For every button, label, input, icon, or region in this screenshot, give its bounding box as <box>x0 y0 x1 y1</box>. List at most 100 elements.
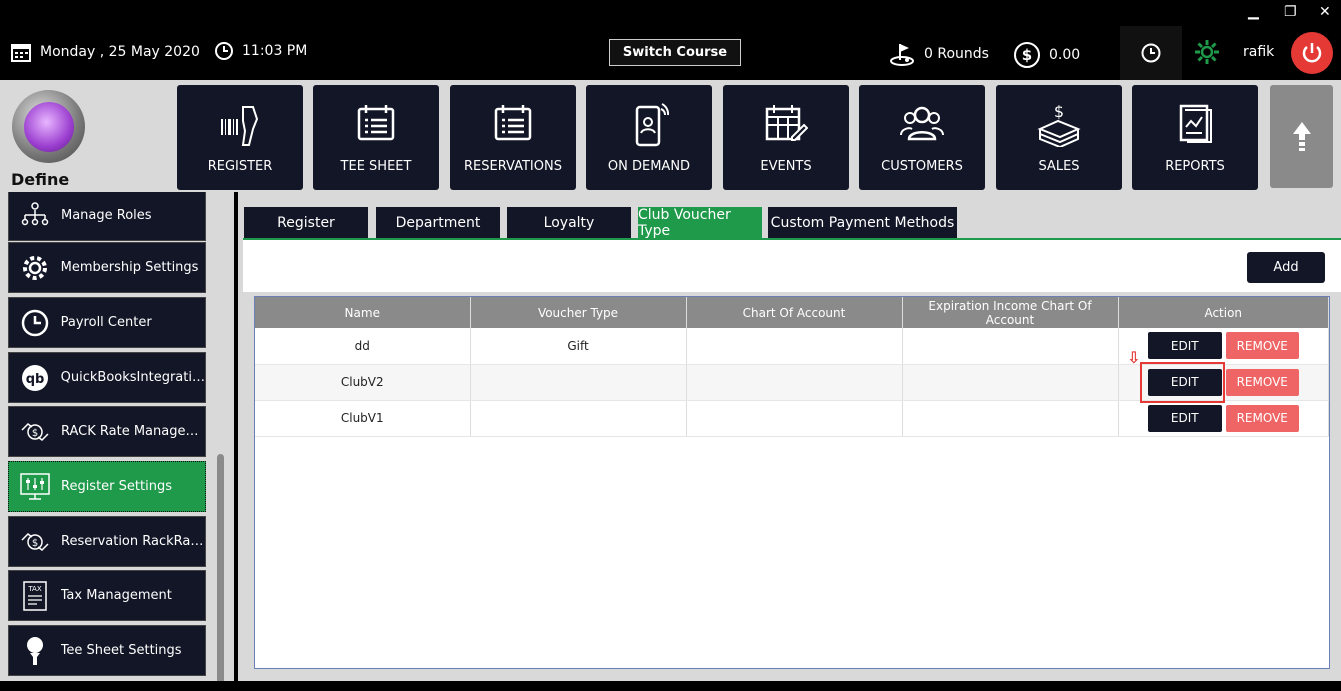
barcode-scanner-icon <box>221 106 259 146</box>
calendar-icon <box>11 44 31 62</box>
power-button[interactable] <box>1291 32 1333 74</box>
gear-icon <box>22 255 47 280</box>
cell-voucher-type: Gift <box>470 328 687 365</box>
timeclock-button[interactable] <box>1120 26 1182 80</box>
time-text: 11:03 PM <box>242 43 308 59</box>
nav-on-demand[interactable]: ON DEMAND <box>586 85 712 190</box>
tab-custom-payment-methods[interactable]: Custom Payment Methods <box>768 207 957 238</box>
sidebar-item-manage-roles[interactable]: Manage Roles <box>8 192 206 241</box>
cell-exp-chart <box>902 328 1119 365</box>
tab-loyalty[interactable]: Loyalty <box>507 207 631 238</box>
sidebar-item-label: Membership Settings <box>60 260 199 275</box>
cell-name: ClubV1 <box>255 400 471 437</box>
table-row[interactable]: dd Gift EDIT REMOVE <box>255 328 1329 365</box>
tax-document-icon: TAX <box>23 580 47 611</box>
column-header-voucher-type[interactable]: Voucher Type <box>470 297 687 328</box>
toolbar: Add <box>243 240 1341 292</box>
sidebar-item-membership-settings[interactable]: Membership Settings <box>8 242 206 293</box>
sidebar-item-tax-management[interactable]: TAX Tax Management <box>8 570 206 621</box>
sidebar-item-label: Reservation RackRate... <box>61 534 205 549</box>
sidebar-item-quickbooks[interactable]: qb QuickBooksIntegration <box>8 352 206 403</box>
golf-tee-icon <box>26 636 43 665</box>
column-header-chart-of-account[interactable]: Chart Of Account <box>686 297 903 328</box>
nav-label: REPORTS <box>1165 159 1225 174</box>
user-display[interactable]: rafik <box>1193 38 1274 66</box>
table-row[interactable]: ClubV1 EDIT REMOVE <box>255 400 1329 437</box>
nav-reports[interactable]: REPORTS <box>1132 85 1258 190</box>
cell-chart <box>686 364 903 401</box>
nav-sales[interactable]: $ SALES <box>996 85 1122 190</box>
sidebar-item-label: RACK Rate Manageme... <box>61 424 205 439</box>
cell-chart <box>686 400 903 437</box>
edit-button[interactable]: EDIT <box>1147 404 1222 432</box>
nav-label: CUSTOMERS <box>881 159 963 174</box>
sidebar-item-tee-sheet-settings[interactable]: Tee Sheet Settings <box>8 625 206 676</box>
svg-text:$: $ <box>1022 46 1032 64</box>
cell-name: ClubV2 <box>255 364 471 401</box>
tab-register[interactable]: Register <box>244 207 368 238</box>
content-panel: Register Department Loyalty Club Voucher… <box>238 192 1341 691</box>
sidebar-item-label: QuickBooksIntegration <box>60 370 205 385</box>
sidebar-item-register-settings[interactable]: Register Settings <box>8 461 206 512</box>
close-icon[interactable]: ✕ <box>1319 4 1331 20</box>
remove-button[interactable]: REMOVE <box>1225 404 1299 432</box>
balance-display[interactable]: $ 0.00 <box>1013 41 1080 69</box>
remove-button[interactable]: REMOVE <box>1225 332 1299 360</box>
nav-register[interactable]: REGISTER <box>177 85 303 190</box>
cell-action: EDIT REMOVE <box>1118 328 1329 365</box>
nav-label: EVENTS <box>760 159 812 174</box>
logo-text: Define <box>11 170 70 189</box>
cell-voucher-type <box>470 400 687 437</box>
nav-label: REGISTER <box>207 159 273 174</box>
sidebar-item-rack-rate[interactable]: $ RACK Rate Manageme... <box>8 406 206 457</box>
edit-button[interactable]: EDIT <box>1147 332 1222 360</box>
cell-name: dd <box>255 328 471 365</box>
logo: Define <box>0 80 172 192</box>
svg-text:TAX: TAX <box>27 585 42 593</box>
monitor-settings-icon <box>20 472 50 500</box>
calendar-list-icon <box>494 105 532 141</box>
nav-customers[interactable]: CUSTOMERS <box>859 85 985 190</box>
gear-icon[interactable] <box>1193 38 1221 66</box>
tab-department[interactable]: Department <box>376 207 500 238</box>
restore-icon[interactable]: ❐ <box>1284 4 1297 20</box>
collapse-nav-button[interactable] <box>1270 85 1333 188</box>
dollar-icon: $ <box>1014 42 1040 68</box>
nav-reservations[interactable]: RESERVATIONS <box>450 85 576 190</box>
sidebar-scrollbar[interactable] <box>217 454 224 686</box>
nav-label: ON DEMAND <box>607 159 691 174</box>
column-header-action: Action <box>1118 297 1329 328</box>
cell-voucher-type <box>470 364 687 401</box>
sidebar-item-reservation-rackrate[interactable]: $ Reservation RackRate... <box>8 516 206 567</box>
power-icon <box>1302 43 1322 63</box>
rounds-display[interactable]: 0 Rounds <box>888 41 989 67</box>
svg-text:qb: qb <box>26 372 45 387</box>
tab-club-voucher-type[interactable]: Club Voucher Type <box>638 207 762 239</box>
balance-text: 0.00 <box>1049 47 1081 63</box>
arrow-up-icon <box>1292 121 1311 151</box>
clock-icon <box>21 309 49 336</box>
remove-button[interactable]: REMOVE <box>1225 368 1299 396</box>
nav-label: SALES <box>1038 159 1080 174</box>
nav-tee-sheet[interactable]: TEE SHEET <box>313 85 439 190</box>
sidebar-item-label: Tee Sheet Settings <box>60 643 182 658</box>
date-text: Monday , 25 May 2020 <box>40 44 200 60</box>
cell-action: EDIT REMOVE <box>1118 400 1329 437</box>
column-header-expiration-chart[interactable]: Expiration Income Chart Of Account <box>902 297 1119 328</box>
svg-text:$: $ <box>32 428 38 439</box>
settings-sidebar: Manage Roles Membership Settings Payroll… <box>0 192 234 691</box>
calendar-list-icon <box>357 105 395 141</box>
column-header-name[interactable]: Name <box>255 297 471 328</box>
switch-course-button[interactable]: Switch Course <box>609 39 741 66</box>
money-stack-icon: $ <box>1037 103 1081 147</box>
date-display: Monday , 25 May 2020 <box>10 41 200 63</box>
minimize-icon[interactable]: ▁ <box>1248 4 1259 20</box>
add-button[interactable]: Add <box>1247 252 1325 283</box>
voucher-grid: Name Voucher Type Chart Of Account Expir… <box>254 296 1330 669</box>
hand-money-icon: $ <box>21 532 49 551</box>
sidebar-item-payroll-center[interactable]: Payroll Center <box>8 297 206 348</box>
nav-label: RESERVATIONS <box>464 159 562 174</box>
nav-events[interactable]: EVENTS <box>723 85 849 190</box>
time-display: 11:03 PM <box>214 41 307 61</box>
nav-label: TEE SHEET <box>340 159 412 174</box>
